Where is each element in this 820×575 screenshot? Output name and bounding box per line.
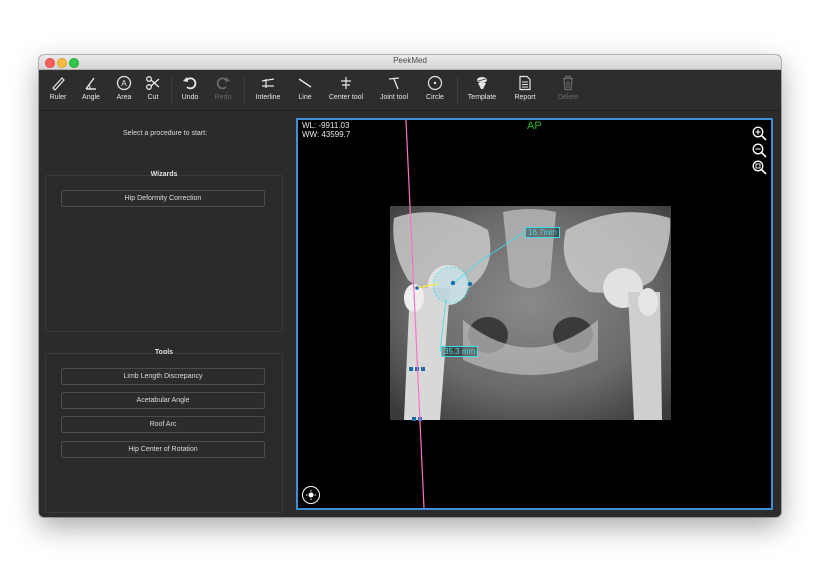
joint-tool-label: Joint tool [379,94,409,101]
sidebar: Select a procedure to start: Wizards Hip… [39,111,291,517]
delete-button[interactable]: Delete [555,75,581,101]
zoom-fit-icon[interactable] [752,160,767,175]
measurement-label[interactable]: 16.7mm [525,227,560,238]
template-icon [477,77,487,89]
brightness-glyph-icon [306,490,316,500]
pelvis-xray-image [390,206,671,420]
angle-label: Angle [82,94,100,101]
scissors-icon [146,76,160,90]
window-level-readout: WL: -9911.03 WW: 43599.7 [302,121,350,139]
template-button[interactable]: Template [463,75,501,101]
measurement-label[interactable]: 35.3 mm [441,346,479,357]
undo-button[interactable]: Undo [179,75,201,101]
wizards-title: Wizards [150,171,178,178]
joint-tool-icon [388,77,400,90]
tools-panel: Tools Limb Length Discrepancy Acetabular… [45,349,283,513]
undo-icon [183,77,197,90]
line-icon [298,78,312,88]
delete-label: Delete [557,94,579,101]
ww-value: WW: 43599.7 [302,130,351,139]
procedure-prompt: Select a procedure to start: [122,130,208,137]
report-button[interactable]: Report [511,75,539,101]
view-label: AP [527,120,542,132]
hip-center-of-rotation-button[interactable]: Hip Center of Rotation [61,441,265,458]
svg-text:A: A [121,79,127,88]
wl-value: WL: -9911.03 [302,121,350,130]
center-tool-icon [341,77,351,89]
circle-tool-button[interactable]: Circle [423,75,447,101]
area-icon: A [116,75,132,91]
redo-icon [216,77,230,90]
angle-tool-button[interactable]: Angle [79,75,103,101]
report-label: Report [514,94,536,101]
interline-tool-button[interactable]: Interline [253,75,283,101]
undo-label: Undo [181,94,199,101]
image-viewer[interactable]: WL: -9911.03 WW: 43599.7 AP 16.7mm 35.3 … [296,118,773,510]
tools-title: Tools [154,349,174,356]
toolbar-separator [244,76,245,104]
redo-label: Redo [214,94,232,101]
line-label: Line [298,94,312,101]
report-icon [519,75,531,91]
window-title: PeekMed [393,56,427,65]
xray-scene [390,120,671,508]
ruler-icon [52,77,65,91]
redo-button[interactable]: Redo [212,75,234,101]
ruler-label: Ruler [49,94,67,101]
circle-icon [427,75,443,91]
interline-icon [261,78,275,88]
toolbar: Ruler Angle A Area Cut Undo Redo Interli… [39,70,781,111]
title-bar: PeekMed [39,55,781,70]
cut-label: Cut [147,94,159,101]
area-tool-button[interactable]: A Area [113,75,135,101]
center-tool-button[interactable]: Center tool [325,75,367,101]
limb-length-discrepancy-button[interactable]: Limb Length Discrepancy [61,368,265,385]
joint-tool-button[interactable]: Joint tool [377,75,411,101]
zoom-out-icon[interactable] [752,143,767,158]
wizards-panel: Wizards Hip Deformity Correction [45,171,283,332]
brightness-icon[interactable] [302,486,320,504]
circle-label: Circle [426,94,444,101]
roof-arc-button[interactable]: Roof Arc [61,416,265,433]
trash-icon [563,75,573,91]
hip-deformity-correction-button[interactable]: Hip Deformity Correction [61,190,265,207]
interline-label: Interline [255,94,281,101]
template-label: Template [467,94,497,101]
area-label: Area [116,94,132,101]
zoom-in-icon[interactable] [752,126,767,141]
acetabular-angle-button[interactable]: Acetabular Angle [61,392,265,409]
toolbar-separator [171,76,172,104]
line-tool-button[interactable]: Line [295,75,315,101]
center-tool-label: Center tool [328,94,364,101]
app-window: PeekMed Ruler Angle A Area Cut Undo Redo… [39,55,781,517]
ruler-tool-button[interactable]: Ruler [47,75,69,101]
angle-icon [85,77,96,90]
cut-tool-button[interactable]: Cut [143,75,163,101]
toolbar-separator [457,76,458,104]
